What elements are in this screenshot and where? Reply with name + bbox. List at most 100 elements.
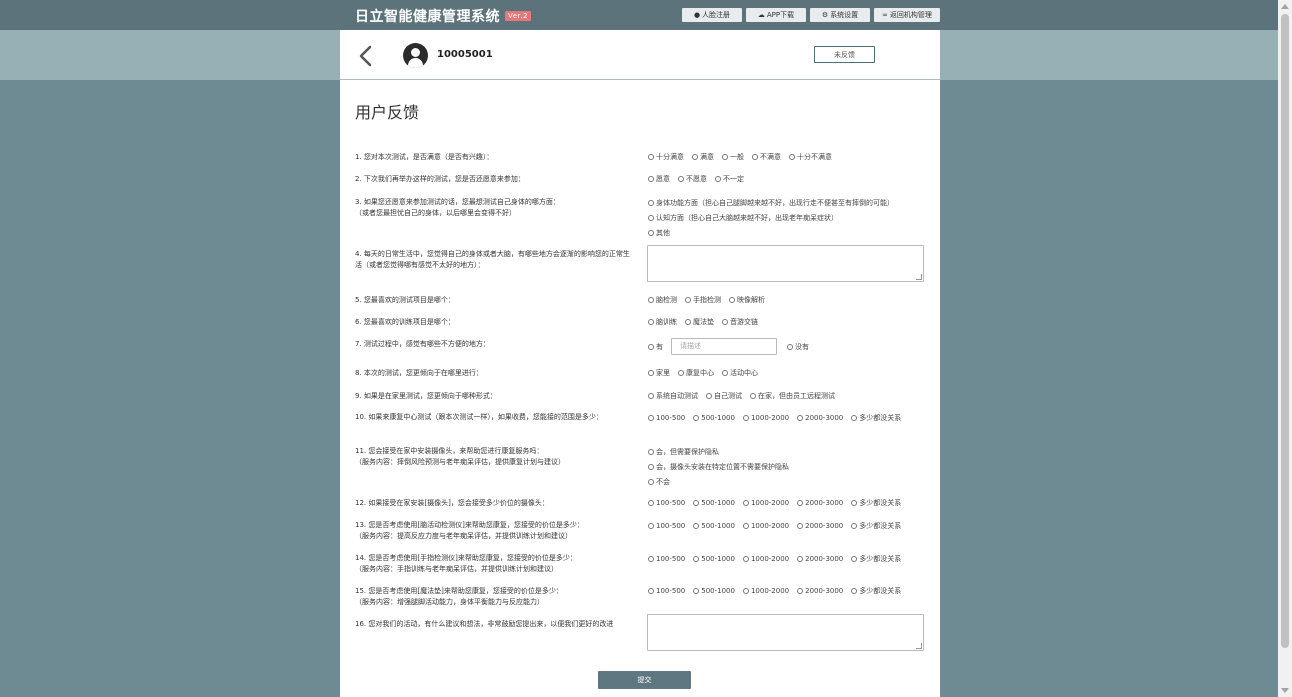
question-6-options: 脑训练 魔法垫 音游交链	[648, 317, 766, 327]
panel-header: 10005001 未反馈	[340, 30, 940, 80]
radio-option[interactable]: 音游交链	[722, 317, 758, 327]
link-icon: ∞	[882, 11, 888, 19]
radio-option[interactable]: 1000-2000	[742, 522, 789, 530]
radio-option[interactable]: 没有	[787, 342, 809, 352]
radio-option[interactable]: 有	[648, 342, 663, 352]
question-1-options: 十分满意 满意 一般 不满意 十分不满意	[648, 152, 840, 162]
radio-option[interactable]: 会，摄像头安装在特定位置不需要保护隐私	[648, 459, 789, 474]
radio-option[interactable]: 其他	[648, 225, 894, 240]
radio-option[interactable]: 2000-3000	[797, 555, 843, 563]
radio-option[interactable]: 在家，但由员工远程测试	[750, 391, 835, 401]
vertical-scrollbar[interactable]	[1278, 0, 1292, 697]
question-12-options: 100-500 500-1000 1000-2000 2000-3000 多少都…	[648, 498, 909, 508]
radio-option[interactable]: 100-500	[648, 555, 685, 563]
top-bar: 日立智能健康管理系统 Ver.2 ● 人脸注册 ☁ APP下载 ⚙ 系统设置 ∞…	[0, 0, 1278, 30]
resize-grip-icon[interactable]	[916, 643, 922, 649]
question-8: 8. 本次的测试，您更倾向于在哪里进行：	[355, 369, 483, 377]
radio-option[interactable]: 身体功能方面（担心自己腿脚越来越不好，出现行走不便甚至有摔倒的可能）	[648, 195, 894, 210]
question-2: 2. 下次我们再举办这样的测试，您是否还愿意来参加：	[355, 175, 525, 183]
question-16-textarea[interactable]	[647, 614, 924, 651]
gear-icon: ⚙	[821, 11, 829, 19]
radio-option[interactable]: 不一定	[715, 174, 744, 184]
radio-option[interactable]: 愿意	[648, 174, 670, 184]
radio-option[interactable]: 满意	[692, 152, 714, 162]
radio-option[interactable]: 2000-3000	[797, 587, 843, 595]
radio-option[interactable]: 手指检测	[685, 295, 721, 305]
version-badge: Ver.2	[505, 11, 531, 21]
page-title: 用户反馈	[355, 103, 420, 122]
system-settings-button[interactable]: ⚙ 系统设置	[810, 8, 870, 22]
radio-option[interactable]: 不满意	[752, 152, 781, 162]
radio-option[interactable]: 十分不满意	[789, 152, 832, 162]
question-16: 16. 您对我们的活动，有什么建议和想法，非常鼓励您提出来，以便我们更好的改进	[355, 620, 614, 628]
scrollbar-thumb[interactable]	[1281, 14, 1289, 648]
radio-option[interactable]: 不愿意	[678, 174, 707, 184]
feedback-status-button[interactable]: 未反馈	[814, 46, 875, 63]
radio-option[interactable]: 1000-2000	[742, 555, 789, 563]
radio-option[interactable]: 500-1000	[693, 587, 735, 595]
back-button[interactable]	[356, 44, 376, 68]
return-org-management-button[interactable]: ∞ 返回机构管理	[874, 8, 940, 22]
radio-option[interactable]: 会，但需要保护隐私	[648, 444, 789, 459]
radio-option[interactable]: 多少都没关系	[851, 498, 901, 508]
inconvenience-input[interactable]: 请描述	[671, 338, 777, 355]
radio-option[interactable]: 500-1000	[693, 499, 735, 507]
app-download-button[interactable]: ☁ APP下载	[746, 8, 806, 22]
question-9: 9. 如果是在家里测试，您更倾向于哪种形式：	[355, 392, 497, 400]
question-14: 14. 您是否考虑使用[手指检测仪]来帮助您康复，您接受的价位是多少： （服务内…	[355, 554, 577, 573]
radio-option[interactable]: 活动中心	[722, 368, 758, 378]
scroll-down-arrow-icon[interactable]	[1281, 688, 1289, 693]
radio-option[interactable]: 康复中心	[678, 368, 714, 378]
question-14-options: 100-500 500-1000 1000-2000 2000-3000 多少都…	[648, 554, 909, 564]
question-10-options: 100-500 500-1000 1000-2000 2000-3000 多少都…	[648, 413, 909, 423]
radio-option[interactable]: 500-1000	[693, 522, 735, 530]
radio-option[interactable]: 魔法垫	[685, 317, 714, 327]
radio-option[interactable]: 1000-2000	[742, 499, 789, 507]
question-11: 11. 您会接受在家中安装摄像头，来帮助您进行康复服务吗： （服务内容：摔倒风险…	[355, 447, 565, 466]
radio-option[interactable]: 100-500	[648, 522, 685, 530]
radio-option[interactable]: 家里	[648, 368, 670, 378]
radio-option[interactable]: 自己测试	[706, 391, 742, 401]
radio-option[interactable]: 多少都没关系	[851, 586, 901, 596]
radio-option[interactable]: 1000-2000	[742, 587, 789, 595]
question-7-options: 有 请描述 没有	[648, 338, 817, 355]
avatar	[403, 43, 428, 68]
radio-option[interactable]: 脑检测	[648, 295, 677, 305]
radio-option[interactable]: 500-1000	[693, 414, 735, 422]
submit-button[interactable]: 提交	[598, 671, 691, 689]
feedback-panel: 10005001 未反馈 用户反馈 1. 您对本次测试，是否满意（是否有兴趣）：…	[340, 30, 940, 697]
radio-option[interactable]: 2000-3000	[797, 414, 843, 422]
radio-option[interactable]: 多少都没关系	[851, 413, 901, 423]
face-register-button[interactable]: ● 人脸注册	[682, 8, 742, 22]
radio-option[interactable]: 系统自动测试	[648, 391, 698, 401]
radio-option[interactable]: 多少都没关系	[851, 521, 901, 531]
radio-option[interactable]: 1000-2000	[742, 414, 789, 422]
question-7: 7. 测试过程中，感觉有哪些不方便的地方：	[355, 340, 490, 348]
chevron-left-icon	[359, 45, 372, 67]
app-title: 日立智能健康管理系统	[355, 9, 500, 25]
radio-option[interactable]: 一般	[722, 152, 744, 162]
radio-option[interactable]: 脑训练	[648, 317, 677, 327]
radio-option[interactable]: 100-500	[648, 587, 685, 595]
user-id: 10005001	[437, 49, 493, 60]
radio-option[interactable]: 认知方面（担心自己大脑越来越不好，出现老年痴呆症状）	[648, 210, 894, 225]
question-5-options: 脑检测 手指检测 映像解析	[648, 295, 773, 305]
radio-option[interactable]: 映像解析	[729, 295, 765, 305]
question-4: 4. 每天的日常生活中，您觉得自己的身体或者大脑，有哪些地方会逐渐的影响您的正常…	[355, 250, 630, 269]
radio-option[interactable]: 2000-3000	[797, 522, 843, 530]
radio-option[interactable]: 多少都没关系	[851, 554, 901, 564]
radio-option[interactable]: 500-1000	[693, 555, 735, 563]
question-3: 3. 如果您还愿意来参加测试的话，您最想测试自己身体的哪方面： （或者您最担忧自…	[355, 198, 560, 217]
resize-grip-icon[interactable]	[916, 274, 922, 280]
radio-option[interactable]: 2000-3000	[797, 499, 843, 507]
question-8-options: 家里 康复中心 活动中心	[648, 368, 766, 378]
user-icon: ●	[693, 11, 701, 19]
scroll-up-arrow-icon[interactable]	[1281, 4, 1289, 9]
radio-option[interactable]: 十分满意	[648, 152, 684, 162]
radio-option[interactable]: 100-500	[648, 414, 685, 422]
radio-option[interactable]: 100-500	[648, 499, 685, 507]
question-13: 13. 您是否考虑使用[脑活动检测仪]来帮助您康复，您接受的价位是多少： （服务…	[355, 521, 584, 540]
question-4-textarea[interactable]	[647, 245, 924, 282]
radio-option[interactable]: 不会	[648, 474, 789, 489]
question-9-options: 系统自动测试 自己测试 在家，但由员工远程测试	[648, 391, 843, 401]
